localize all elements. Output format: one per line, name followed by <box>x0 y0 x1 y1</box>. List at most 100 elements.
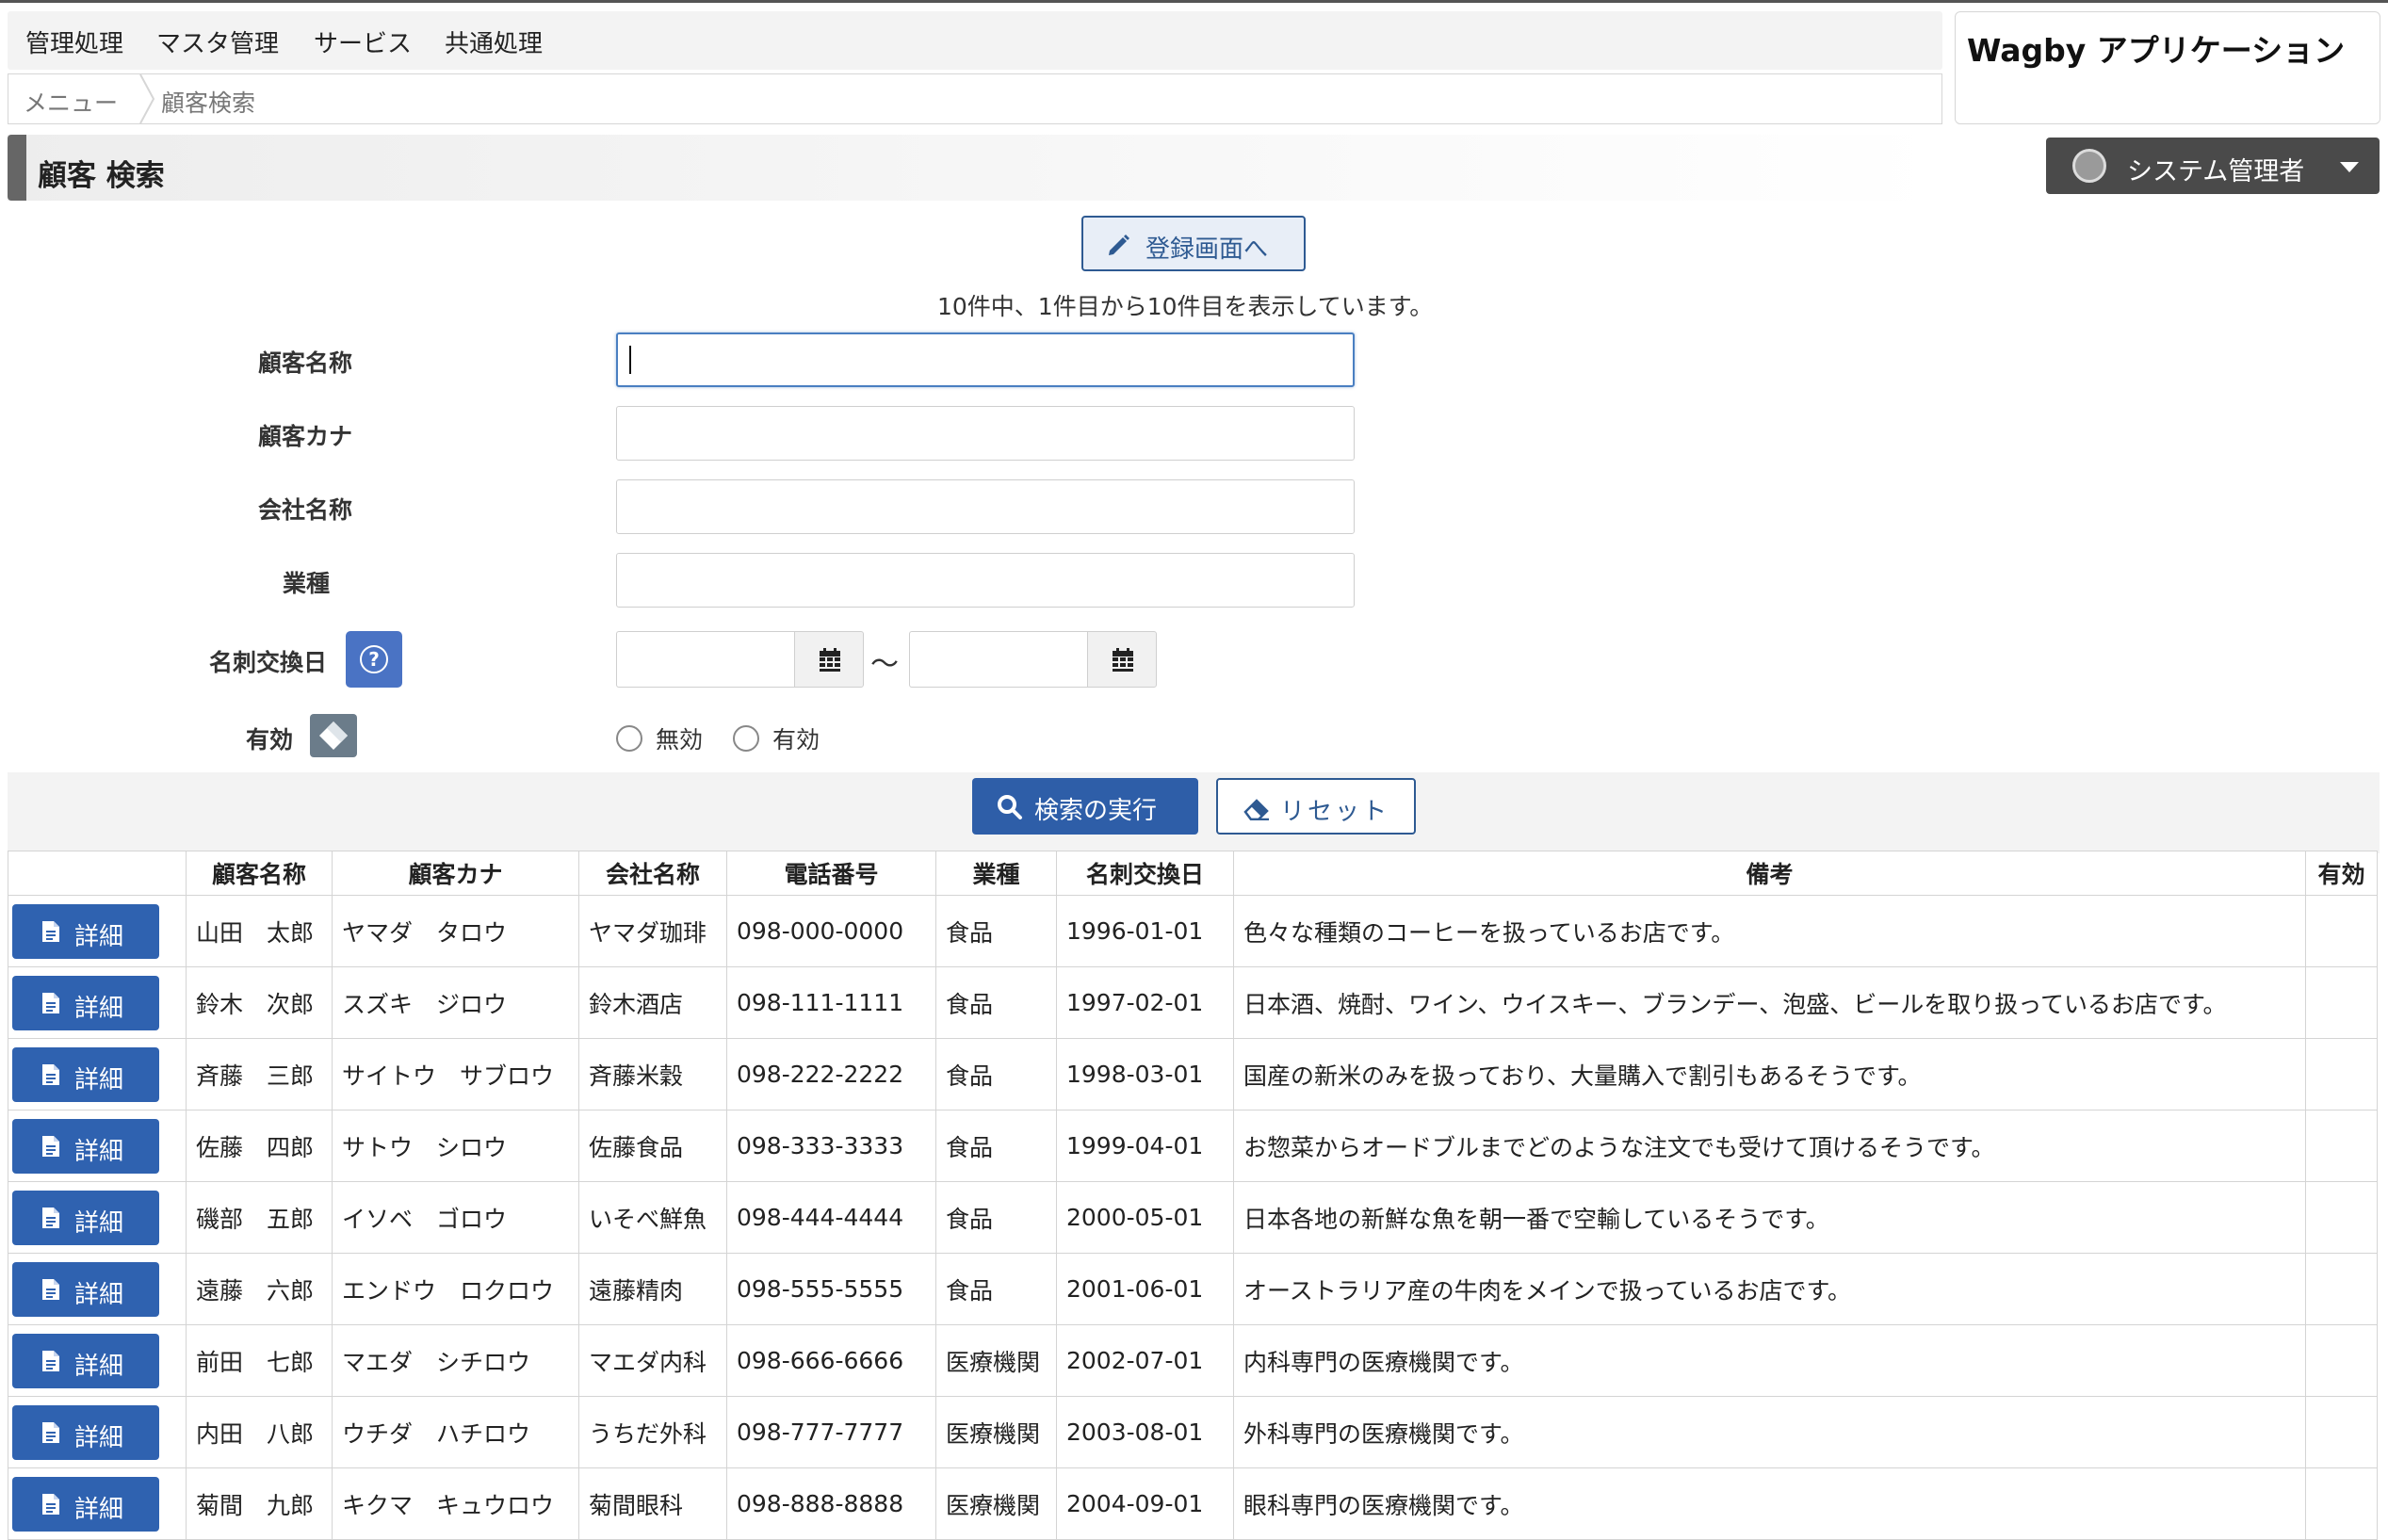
valid-radio-valid[interactable] <box>733 725 759 752</box>
document-icon <box>42 1063 59 1085</box>
cell-note: 外科専門の医療機関です。 <box>1233 1396 2306 1468</box>
header-actions <box>8 851 187 896</box>
company-name-label: 会社名称 <box>258 496 353 524</box>
page-header: 顧客 検索 <box>8 135 1942 201</box>
cell-industry: 医療機関 <box>935 1396 1057 1468</box>
detail-button-label: 詳細 <box>74 1065 124 1094</box>
cell-phone: 098-555-5555 <box>726 1253 936 1325</box>
cell-company-name: 菊間眼科 <box>578 1467 727 1540</box>
valid-radio-invalid[interactable] <box>616 725 642 752</box>
cell-customer-name: 佐藤 四郎 <box>186 1110 333 1182</box>
table-row: 詳細 前田 七郎 マエダ シチロウ マエダ内科 098-666-6666 医療機関 2002… <box>8 1324 2378 1397</box>
register-screen-button[interactable]: 登録画面へ <box>1081 216 1306 271</box>
cell-valid <box>2305 1253 2378 1325</box>
detail-button-label: 詳細 <box>74 1208 124 1238</box>
cell-phone: 098-777-7777 <box>726 1396 936 1468</box>
detail-button[interactable]: 詳細 <box>12 975 159 1030</box>
header-card-exchange-date[interactable]: 名刺交換日 <box>1056 851 1234 896</box>
calendar-icon <box>1113 648 1133 672</box>
customer-kana-label: 顧客カナ <box>258 423 353 450</box>
valid-label: 有効 <box>246 726 294 754</box>
caret-down-icon <box>2340 162 2359 172</box>
cell-customer-name: 山田 太郎 <box>186 895 333 967</box>
date-from-input[interactable] <box>616 631 795 688</box>
cell-card-exchange-date: 1998-03-01 <box>1056 1038 1234 1110</box>
header-phone[interactable]: 電話番号 <box>726 851 936 896</box>
detail-button[interactable]: 詳細 <box>12 903 159 959</box>
cell-industry: 食品 <box>935 1253 1057 1325</box>
register-screen-label: 登録画面へ <box>1145 235 1269 264</box>
header-industry[interactable]: 業種 <box>935 851 1057 896</box>
menu-item-master[interactable]: マスタ管理 <box>156 24 279 59</box>
cell-card-exchange-date: 2000-05-01 <box>1056 1181 1234 1254</box>
cell-note: 日本各地の新鮮な魚を朝一番で空輸しているそうです。 <box>1233 1181 2306 1254</box>
header-customer-name[interactable]: 顧客名称 <box>186 851 333 896</box>
cell-customer-name: 菊間 九郎 <box>186 1467 333 1540</box>
top-border <box>0 0 2388 3</box>
cell-customer-kana: キクマ キュウロウ <box>332 1467 579 1540</box>
document-icon <box>42 1421 59 1443</box>
reset-button[interactable]: リセット <box>1216 778 1416 835</box>
cell-valid <box>2305 895 2378 967</box>
search-icon <box>998 795 1022 819</box>
cell-phone: 098-000-0000 <box>726 895 936 967</box>
search-execute-label: 検索の実行 <box>1034 797 1158 825</box>
menu-item-service[interactable]: サービス <box>314 24 412 59</box>
table-row: 詳細 遠藤 六郎 エンドウ ロクロウ 遠藤精肉 098-555-5555 食品 2001-0… <box>8 1253 2378 1325</box>
header-customer-kana[interactable]: 顧客カナ <box>332 851 579 896</box>
user-avatar-icon <box>2072 149 2106 183</box>
cell-customer-name: 前田 七郎 <box>186 1324 333 1397</box>
cell-industry: 食品 <box>935 966 1057 1039</box>
date-to-input[interactable] <box>909 631 1088 688</box>
detail-button[interactable]: 詳細 <box>12 1261 159 1317</box>
cell-customer-name: 斉藤 三郎 <box>186 1038 333 1110</box>
customer-name-input[interactable] <box>616 332 1355 387</box>
clear-selection-button[interactable] <box>310 714 357 757</box>
header-valid[interactable]: 有効 <box>2305 851 2378 896</box>
cell-note: お惣菜からオードブルまでどのような注文でも受けて頂けるそうです。 <box>1233 1110 2306 1182</box>
breadcrumb-menu-link[interactable]: メニュー <box>24 85 118 119</box>
search-execute-button[interactable]: 検索の実行 <box>972 778 1198 835</box>
customer-name-label: 顧客名称 <box>258 349 353 377</box>
app-title-box: Wagby アプリケーション <box>1955 11 2380 124</box>
table-row: 詳細 磯部 五郎 イソベ ゴロウ いそべ鮮魚 098-444-4444 食品 2000-05… <box>8 1181 2378 1254</box>
detail-button[interactable]: 詳細 <box>12 1118 159 1174</box>
cell-card-exchange-date: 2001-06-01 <box>1056 1253 1234 1325</box>
date-to-calendar-button[interactable] <box>1087 631 1157 688</box>
menu-item-admin[interactable]: 管理処理 <box>25 24 123 59</box>
header-note[interactable]: 備考 <box>1233 851 2306 896</box>
menu-item-common[interactable]: 共通処理 <box>445 24 543 59</box>
page-header-accent <box>8 135 26 201</box>
cell-note: 内科専門の医療機関です。 <box>1233 1324 2306 1397</box>
cell-customer-kana: マエダ シチロウ <box>332 1324 579 1397</box>
breadcrumb: メニュー 顧客検索 <box>8 73 1942 124</box>
detail-button[interactable]: 詳細 <box>12 1476 159 1532</box>
cell-industry: 食品 <box>935 1038 1057 1110</box>
header-company-name[interactable]: 会社名称 <box>578 851 727 896</box>
cell-customer-kana: エンドウ ロクロウ <box>332 1253 579 1325</box>
detail-button[interactable]: 詳細 <box>12 1333 159 1388</box>
page-title: 顧客 検索 <box>38 159 165 193</box>
cell-customer-name: 磯部 五郎 <box>186 1181 333 1254</box>
detail-button[interactable]: 詳細 <box>12 1046 159 1102</box>
detail-button[interactable]: 詳細 <box>12 1404 159 1460</box>
text-caret <box>629 346 631 374</box>
document-icon <box>42 1350 59 1371</box>
table-row: 詳細 鈴木 次郎 スズキ ジロウ 鈴木酒店 098-111-1111 食品 1997-02-… <box>8 966 2378 1039</box>
date-from-calendar-button[interactable] <box>794 631 864 688</box>
cell-phone: 098-888-8888 <box>726 1467 936 1540</box>
pencil-icon <box>1109 235 1129 255</box>
cell-company-name: いそべ鮮魚 <box>578 1181 727 1254</box>
detail-button[interactable]: 詳細 <box>12 1190 159 1245</box>
cell-actions: 詳細 <box>8 1467 187 1540</box>
company-name-input[interactable] <box>616 479 1355 534</box>
cell-customer-kana: スズキ ジロウ <box>332 966 579 1039</box>
cell-valid <box>2305 1038 2378 1110</box>
user-menu-button[interactable]: システム管理者 <box>2046 138 2380 194</box>
cell-card-exchange-date: 2004-09-01 <box>1056 1467 1234 1540</box>
help-button[interactable]: ? <box>346 631 402 688</box>
user-name: システム管理者 <box>2127 157 2305 186</box>
industry-input[interactable] <box>616 553 1355 608</box>
customer-kana-input[interactable] <box>616 406 1355 461</box>
cell-valid <box>2305 1181 2378 1254</box>
